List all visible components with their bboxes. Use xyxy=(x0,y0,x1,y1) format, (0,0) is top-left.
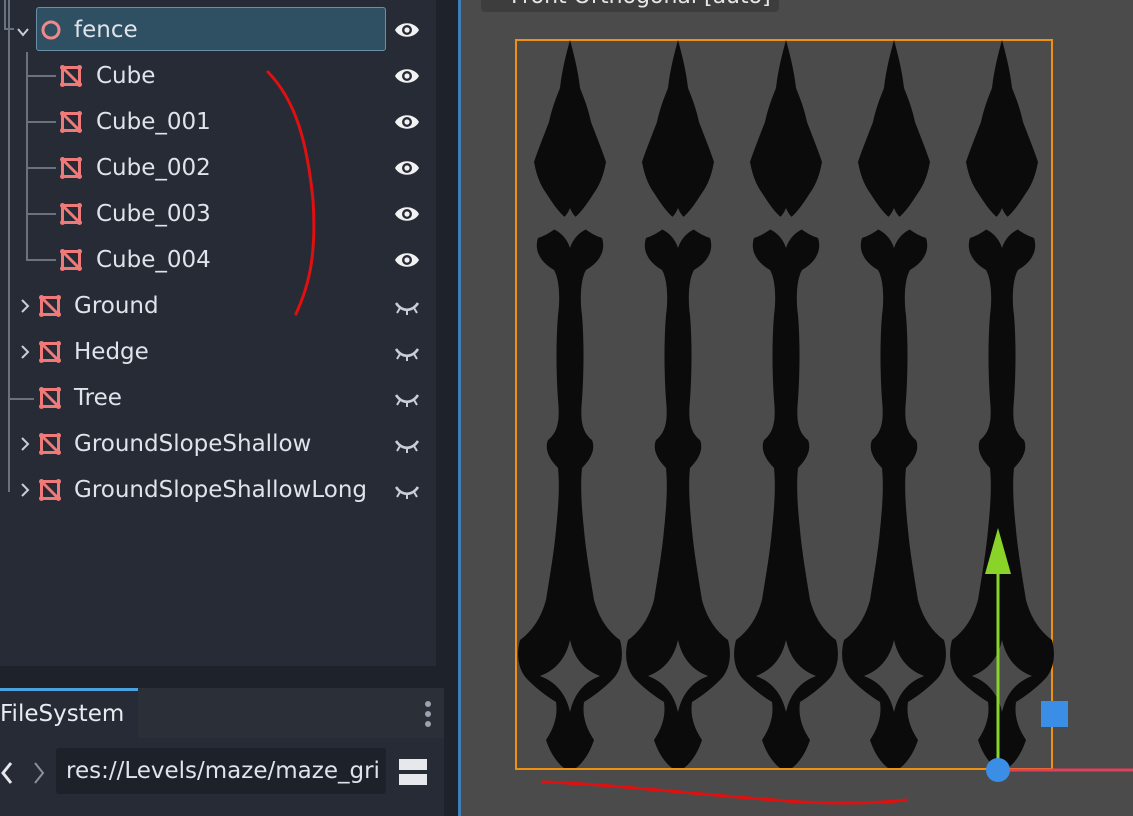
tree-guide-line xyxy=(26,75,56,77)
gizmo-origin xyxy=(986,758,1010,782)
tree-guide-line xyxy=(26,213,56,215)
tree-item-child[interactable]: Cube_002 xyxy=(0,145,436,191)
tree-item-child[interactable]: Cube xyxy=(0,53,436,99)
visibility-eye-icon[interactable] xyxy=(394,18,420,42)
visibility-eye-icon[interactable] xyxy=(394,202,420,226)
mesh-instance-icon xyxy=(39,433,61,455)
tree-item-label: fence xyxy=(74,17,138,43)
visibility-closed-eye-icon[interactable] xyxy=(394,300,420,316)
fence-baluster xyxy=(626,40,730,768)
tree-item-child[interactable]: Cube_001 xyxy=(0,99,436,145)
chevron-right-icon[interactable] xyxy=(18,435,32,453)
tree-item-label: Ground xyxy=(74,293,159,319)
tree-item-label: Cube_003 xyxy=(96,201,211,227)
visibility-eye-icon[interactable] xyxy=(394,64,420,88)
fence-baluster xyxy=(734,40,838,768)
tree-item-sibling[interactable]: Tree xyxy=(0,375,436,421)
scene-tree-panel: fence Cube Cube_001 Cube_002 Cube_003 Cube_0… xyxy=(0,0,436,666)
mesh-instance-icon xyxy=(39,295,61,317)
gizmo-z-handle xyxy=(1041,701,1068,727)
tree-item-label: Cube_001 xyxy=(96,109,211,135)
tree-guide-line xyxy=(26,121,56,123)
visibility-closed-eye-icon[interactable] xyxy=(394,346,420,362)
visibility-eye-icon[interactable] xyxy=(394,248,420,272)
back-arrow-icon[interactable] xyxy=(0,760,14,786)
tree-item-fence[interactable]: fence xyxy=(0,7,436,53)
annotation-underline xyxy=(541,780,908,805)
fence-baluster xyxy=(518,40,622,768)
visibility-eye-icon[interactable] xyxy=(394,110,420,134)
tab-label: FileSystem xyxy=(0,701,125,727)
tree-item-label: Hedge xyxy=(74,339,149,365)
tab-filesystem[interactable]: FileSystem xyxy=(0,688,138,738)
tree-item-label: Cube_002 xyxy=(96,155,211,181)
annotation-stroke xyxy=(266,70,316,316)
path-input-value: res://Levels/maze/maze_gri xyxy=(66,758,380,784)
visibility-eye-icon[interactable] xyxy=(394,156,420,180)
mesh-instance-icon xyxy=(60,111,82,133)
fence-baluster xyxy=(950,40,1054,768)
tree-item-label: GroundSlopeShallowLong xyxy=(74,477,368,503)
tree-item-label: Cube_004 xyxy=(96,247,211,273)
mesh-instance-icon xyxy=(39,341,61,363)
tree-item-child[interactable]: Cube_003 xyxy=(0,191,436,237)
tree-guide-line xyxy=(26,167,56,169)
path-input[interactable]: res://Levels/maze/maze_gri xyxy=(56,748,386,794)
visibility-closed-eye-icon[interactable] xyxy=(394,484,420,500)
mesh-instance-icon xyxy=(60,249,82,271)
node3d-icon xyxy=(41,20,61,40)
tree-item-sibling[interactable]: GroundSlopeShallow xyxy=(0,421,436,467)
tree-item-child[interactable]: Cube_004 xyxy=(0,237,436,283)
mesh-instance-icon xyxy=(39,387,61,409)
chevron-right-icon[interactable] xyxy=(18,481,32,499)
split-mode-icon[interactable] xyxy=(398,758,428,786)
chevron-right-icon[interactable] xyxy=(18,297,32,315)
mesh-instance-icon xyxy=(60,157,82,179)
fence-baluster xyxy=(842,40,946,768)
3d-viewport[interactable]: Front Orthogonal [auto] xyxy=(458,0,1133,816)
tree-item-sibling[interactable]: Ground xyxy=(0,283,436,329)
tree-item-sibling[interactable]: Hedge xyxy=(0,329,436,375)
visibility-closed-eye-icon[interactable] xyxy=(394,438,420,454)
chevron-right-icon[interactable] xyxy=(18,343,32,361)
tree-item-label: GroundSlopeShallow xyxy=(74,431,312,457)
mesh-instance-icon xyxy=(39,479,61,501)
dock-menu-icon[interactable] xyxy=(422,698,434,730)
forward-arrow-icon[interactable] xyxy=(32,760,46,786)
tree-item-label: Tree xyxy=(74,385,122,411)
visibility-closed-eye-icon[interactable] xyxy=(394,392,420,408)
dock-splitter[interactable] xyxy=(0,666,444,688)
mesh-instance-icon xyxy=(60,203,82,225)
viewport-canvas xyxy=(515,39,1133,805)
tree-item-sibling[interactable]: GroundSlopeShallowLong xyxy=(0,467,436,513)
chevron-down-icon[interactable] xyxy=(16,23,30,41)
mesh-instance-icon xyxy=(60,65,82,87)
tree-guide-line xyxy=(26,259,56,261)
tree-item-label: Cube xyxy=(96,63,156,89)
